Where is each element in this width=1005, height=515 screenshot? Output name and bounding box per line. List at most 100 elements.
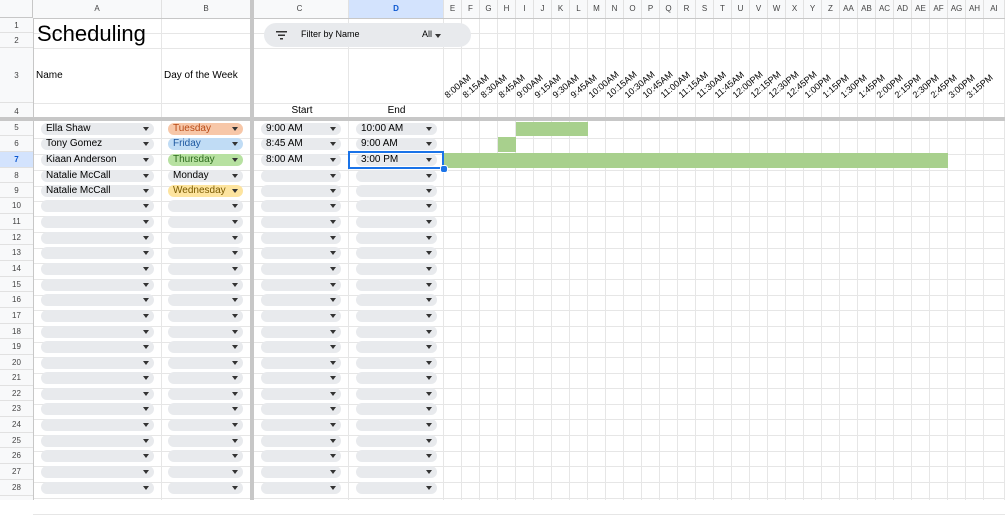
row-header[interactable]: 7	[0, 152, 33, 168]
dropdown-chip-end[interactable]	[356, 279, 437, 291]
row-header[interactable]: 16	[0, 292, 33, 308]
row-header[interactable]: 22	[0, 386, 33, 401]
column-header[interactable]: Z	[822, 0, 840, 18]
column-header[interactable]: P	[642, 0, 660, 18]
dropdown-chip-name[interactable]: Natalie McCall	[41, 185, 154, 197]
freeze-bar-vertical[interactable]	[250, 0, 254, 500]
dropdown-chip-day[interactable]	[168, 388, 243, 400]
filter-by-name-button[interactable]: Filter by Name All	[264, 23, 471, 47]
fill-handle[interactable]	[440, 165, 448, 173]
column-header[interactable]: E	[444, 0, 462, 18]
column-header[interactable]: Y	[804, 0, 822, 18]
dropdown-chip-start[interactable]	[261, 200, 341, 212]
dropdown-chip-name[interactable]	[41, 482, 154, 494]
dropdown-chip-day[interactable]	[168, 357, 243, 369]
dropdown-chip-name[interactable]	[41, 435, 154, 447]
row-header[interactable]: 12	[0, 230, 33, 245]
dropdown-chip-day[interactable]	[168, 403, 243, 415]
column-header[interactable]: N	[606, 0, 624, 18]
row-header[interactable]: 2	[0, 33, 33, 48]
dropdown-chip-day[interactable]	[168, 435, 243, 447]
column-header[interactable]: AI	[984, 0, 1005, 18]
column-header[interactable]: T	[714, 0, 732, 18]
dropdown-chip-end[interactable]	[356, 357, 437, 369]
dropdown-chip-name[interactable]	[41, 372, 154, 384]
dropdown-chip-day[interactable]	[168, 247, 243, 259]
row-header[interactable]: 1	[0, 18, 33, 33]
dropdown-chip-end[interactable]	[356, 388, 437, 400]
dropdown-chip-start[interactable]: 9:00 AM	[261, 123, 341, 135]
dropdown-chip-name[interactable]	[41, 263, 154, 275]
dropdown-chip-day[interactable]	[168, 310, 243, 322]
column-header[interactable]: AG	[948, 0, 966, 18]
column-header[interactable]: AE	[912, 0, 930, 18]
dropdown-chip-day[interactable]	[168, 326, 243, 338]
column-header[interactable]: A	[33, 0, 162, 18]
row-header[interactable]: 27	[0, 464, 33, 480]
dropdown-chip-end[interactable]: 10:00 AM	[356, 123, 437, 135]
dropdown-chip-end[interactable]	[356, 216, 437, 228]
dropdown-chip-end[interactable]	[356, 247, 437, 259]
dropdown-chip-name[interactable]	[41, 294, 154, 306]
dropdown-chip-start[interactable]	[261, 185, 341, 197]
column-header[interactable]: S	[696, 0, 714, 18]
row-header[interactable]: 17	[0, 308, 33, 324]
dropdown-chip-end[interactable]: 9:00 AM	[356, 138, 437, 150]
column-header[interactable]: B	[162, 0, 251, 18]
dropdown-chip-start[interactable]	[261, 294, 341, 306]
row-header[interactable]: 3	[0, 48, 33, 103]
dropdown-chip-name[interactable]	[41, 326, 154, 338]
column-header[interactable]: J	[534, 0, 552, 18]
row-header[interactable]: 18	[0, 324, 33, 339]
column-header[interactable]: W	[768, 0, 786, 18]
dropdown-chip-end[interactable]	[356, 310, 437, 322]
column-header[interactable]: D	[349, 0, 444, 18]
dropdown-chip-end[interactable]	[356, 450, 437, 462]
dropdown-chip-name[interactable]: Tony Gomez	[41, 138, 154, 150]
dropdown-chip-end[interactable]	[356, 419, 437, 431]
dropdown-chip-day[interactable]: Monday	[168, 170, 243, 182]
dropdown-chip-name[interactable]: Natalie McCall	[41, 170, 154, 182]
row-header[interactable]: 9	[0, 183, 33, 198]
dropdown-chip-end[interactable]	[356, 482, 437, 494]
row-header[interactable]: 21	[0, 370, 33, 386]
dropdown-chip-start[interactable]	[261, 216, 341, 228]
dropdown-chip-start[interactable]: 8:45 AM	[261, 138, 341, 150]
dropdown-chip-day[interactable]	[168, 200, 243, 212]
dropdown-chip-start[interactable]	[261, 450, 341, 462]
row-header[interactable]: 8	[0, 168, 33, 183]
dropdown-chip-end[interactable]	[356, 170, 437, 182]
column-header[interactable]: M	[588, 0, 606, 18]
dropdown-chip-name[interactable]	[41, 232, 154, 244]
dropdown-chip-end[interactable]	[356, 232, 437, 244]
dropdown-chip-day[interactable]	[168, 466, 243, 478]
dropdown-chip-name[interactable]	[41, 388, 154, 400]
dropdown-chip-day[interactable]	[168, 419, 243, 431]
column-header[interactable]: U	[732, 0, 750, 18]
dropdown-chip-start[interactable]	[261, 466, 341, 478]
row-header[interactable]: 28	[0, 480, 33, 496]
dropdown-chip-start[interactable]	[261, 326, 341, 338]
dropdown-chip-day[interactable]	[168, 341, 243, 353]
column-header[interactable]: Q	[660, 0, 678, 18]
dropdown-chip-start[interactable]	[261, 357, 341, 369]
dropdown-chip-name[interactable]	[41, 247, 154, 259]
dropdown-chip-end[interactable]	[356, 263, 437, 275]
dropdown-chip-start[interactable]	[261, 247, 341, 259]
column-header[interactable]: K	[552, 0, 570, 18]
dropdown-chip-start[interactable]	[261, 419, 341, 431]
column-header[interactable]: AA	[840, 0, 858, 18]
dropdown-chip-end[interactable]	[356, 372, 437, 384]
dropdown-chip-day[interactable]	[168, 482, 243, 494]
dropdown-chip-day[interactable]	[168, 279, 243, 291]
selected-cell[interactable]	[348, 151, 444, 169]
corner-select-all[interactable]	[0, 0, 33, 18]
column-header[interactable]: I	[516, 0, 534, 18]
column-header[interactable]: AF	[930, 0, 948, 18]
dropdown-chip-day[interactable]: Thursday	[168, 154, 243, 166]
dropdown-chip-day[interactable]: Wednesday	[168, 185, 243, 197]
dropdown-chip-end[interactable]	[356, 185, 437, 197]
dropdown-chip-name[interactable]	[41, 200, 154, 212]
dropdown-chip-name[interactable]	[41, 357, 154, 369]
column-header[interactable]: AH	[966, 0, 984, 18]
